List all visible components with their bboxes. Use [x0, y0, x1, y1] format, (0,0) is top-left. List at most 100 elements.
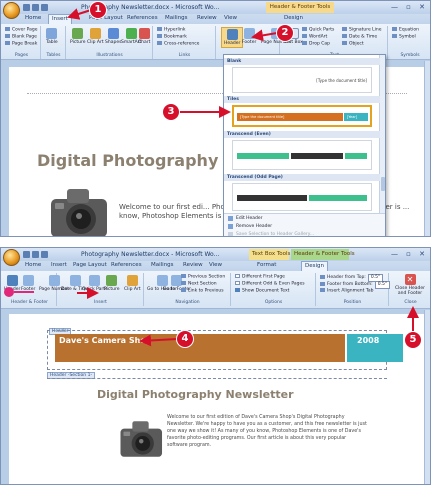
camera-image — [49, 185, 111, 236]
remove-header-item[interactable]: Remove Header — [228, 224, 272, 229]
chart-button[interactable]: Chart — [138, 28, 150, 45]
picture-button[interactable]: Picture — [70, 28, 85, 45]
tab-insert[interactable]: Insert — [51, 262, 67, 268]
hyperlink-icon — [157, 27, 162, 31]
group-label-tables: Tables — [46, 53, 61, 58]
redo-icon[interactable] — [41, 4, 48, 11]
tab-format[interactable]: Format — [257, 262, 276, 268]
cross-reference-button[interactable]: Cross-reference — [157, 41, 199, 48]
quick-access-toolbar[interactable] — [23, 4, 48, 12]
clip-art-button[interactable]: Clip Art — [124, 275, 141, 292]
undo-icon[interactable] — [32, 251, 39, 258]
tiles-thumb-title: [Type the document title] — [240, 115, 285, 119]
close-header-footer-button[interactable]: ✕ Close Header and Footer — [392, 274, 428, 296]
drop-cap-button[interactable]: Drop Cap — [302, 41, 330, 48]
tiles-year-block: [Year] — [344, 113, 368, 121]
checked-checkbox-icon — [235, 288, 240, 292]
tab-references[interactable]: References — [111, 262, 142, 268]
header-option-blank[interactable]: [Type the document title] — [232, 67, 372, 93]
symbol-button[interactable]: Symbol — [392, 34, 416, 41]
tab-design[interactable]: Design — [284, 15, 303, 21]
tab-view[interactable]: View — [209, 262, 222, 268]
drop-cap-icon — [302, 41, 307, 45]
office-button[interactable] — [3, 2, 20, 19]
previous-section-button[interactable]: Previous Section — [181, 274, 225, 281]
different-first-page-checkbox[interactable]: Different First Page — [235, 274, 285, 281]
header-option-transcend-even[interactable] — [232, 140, 372, 170]
tab-references[interactable]: References — [127, 15, 158, 21]
screenshot-edit-header: Photography Newsletter.docx - Microsoft … — [0, 247, 431, 485]
tab-view[interactable]: View — [224, 15, 237, 21]
show-document-text-checkbox[interactable]: Show Document Text — [235, 288, 289, 295]
wordart-button[interactable]: WordArt — [302, 34, 327, 41]
clip-art-button[interactable]: Clip Art — [87, 28, 104, 45]
office-button[interactable] — [3, 249, 20, 266]
save-icon[interactable] — [23, 251, 30, 258]
callout-2: 2 — [277, 25, 293, 41]
header-bottom-line — [47, 378, 387, 379]
window-controls[interactable]: — ▫ ✕ — [391, 3, 428, 11]
company-name-block[interactable]: Dave's Camera Shop — [55, 334, 345, 362]
insert-alignment-tab-button[interactable]: Insert Alignment Tab — [320, 288, 373, 295]
save-selection-item[interactable]: Save Selection to Header Gallery... — [228, 232, 314, 236]
quick-parts-icon — [302, 27, 307, 31]
edit-header-item[interactable]: Edit Header — [228, 216, 263, 221]
tab-mailings[interactable]: Mailings — [165, 15, 188, 21]
picture-button[interactable]: Picture — [104, 275, 119, 292]
tab-review[interactable]: Review — [197, 15, 217, 21]
equation-button[interactable]: Equation — [392, 27, 419, 34]
tab-mailings[interactable]: Mailings — [151, 262, 174, 268]
date-time-icon — [342, 34, 347, 38]
tab-insert[interactable]: Insert — [48, 14, 72, 24]
group-links: Hyperlink Bookmark Cross-reference Links — [154, 26, 216, 59]
date-time-button[interactable]: Date & Time — [342, 34, 377, 41]
cover-page-button[interactable]: Cover Page — [5, 27, 38, 34]
group-tables: Table Tables — [42, 26, 66, 59]
transcend-even-bar — [237, 153, 289, 159]
bullet-line — [14, 291, 34, 293]
tab-design[interactable]: Design — [301, 261, 328, 271]
signature-line-button[interactable]: Signature Line — [342, 27, 382, 34]
next-section-button[interactable]: Next Section — [181, 281, 217, 288]
group-label-navigation: Navigation — [175, 300, 200, 305]
tab-home[interactable]: Home — [25, 262, 41, 268]
vertical-scrollbar[interactable] — [424, 310, 430, 484]
header-option-transcend-odd[interactable] — [232, 183, 372, 211]
save-selection-icon — [228, 232, 233, 236]
footer-button[interactable]: Footer — [242, 28, 256, 45]
header-button[interactable]: Header — [221, 27, 244, 48]
vertical-scrollbar[interactable] — [424, 61, 430, 236]
save-icon[interactable] — [23, 4, 30, 11]
year-block[interactable]: 2008 — [347, 334, 403, 362]
equation-icon — [392, 27, 397, 31]
quick-access-toolbar[interactable] — [23, 251, 48, 259]
table-button[interactable]: Table — [46, 28, 58, 45]
blank-page-button[interactable]: Blank Page — [5, 34, 37, 41]
quick-parts-button[interactable]: Quick Parts — [302, 27, 334, 34]
tab-home[interactable]: Home — [25, 15, 41, 21]
footer-button[interactable]: Footer — [21, 275, 35, 292]
gallery-section-tiles: Tiles — [224, 96, 380, 103]
link-to-previous-button[interactable]: Link to Previous — [181, 288, 224, 295]
shapes-button[interactable]: Shapes — [105, 28, 121, 45]
document-page[interactable]: Header Dave's Camera Shop 2008 Header -S… — [9, 314, 424, 484]
page-break-button[interactable]: Page Break — [5, 41, 37, 48]
picture-icon — [106, 275, 118, 286]
window-controls[interactable]: — ▫ ✕ — [391, 250, 428, 258]
hyperlink-button[interactable]: Hyperlink — [157, 27, 185, 34]
transcend-odd-dark-bar — [237, 195, 307, 201]
bullet-marker — [4, 287, 14, 297]
undo-icon[interactable] — [32, 4, 39, 11]
gallery-scroll-thumb[interactable] — [381, 177, 385, 191]
bookmark-button[interactable]: Bookmark — [157, 34, 187, 41]
header-option-tiles[interactable]: [Type the document title] [Year] — [232, 105, 372, 127]
footer-from-bottom-input[interactable]: 0.5" — [374, 281, 390, 289]
different-odd-even-checkbox[interactable]: Different Odd & Even Pages — [235, 281, 305, 288]
object-button[interactable]: Object — [342, 41, 364, 48]
tab-review[interactable]: Review — [183, 262, 203, 268]
footer-from-bottom-icon — [320, 281, 325, 286]
header-year[interactable]: 2008 — [357, 336, 379, 345]
tab-page-layout[interactable]: Page Layout — [73, 262, 107, 268]
company-name[interactable]: Dave's Camera Shop — [59, 336, 152, 345]
redo-icon[interactable] — [41, 251, 48, 258]
